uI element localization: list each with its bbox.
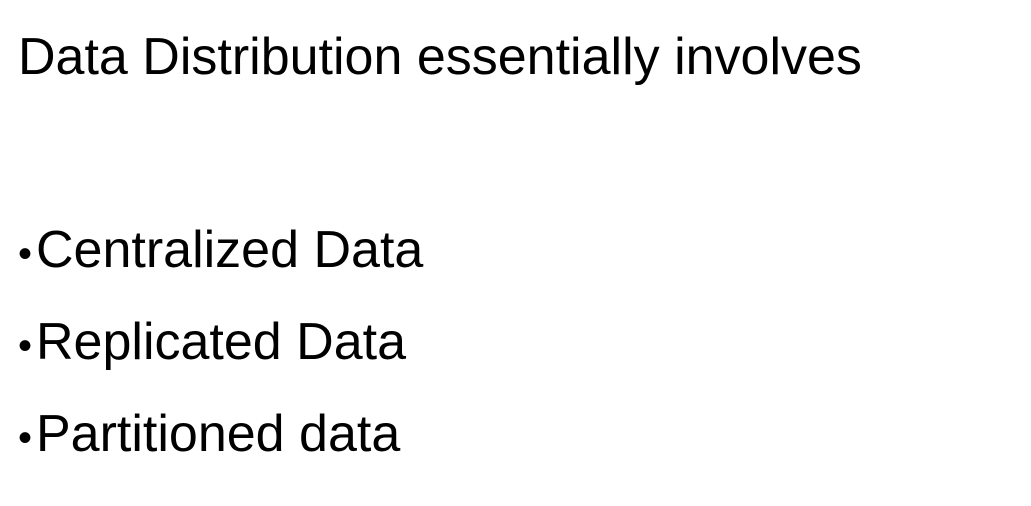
slide: Data Distribution essentially involves •…: [0, 0, 1031, 506]
bullet-list: • Centralized Data • Replicated Data • P…: [18, 206, 423, 482]
bullet-icon: •: [18, 416, 33, 460]
slide-title: Data Distribution essentially involves: [18, 28, 862, 86]
bullet-text: Centralized Data: [36, 221, 424, 279]
bullet-icon: •: [18, 232, 33, 276]
list-item-replicated-data: • Replicated Data: [18, 298, 423, 390]
bullet-text: Replicated Data: [36, 313, 406, 371]
bullet-icon: •: [18, 324, 33, 368]
list-item-centralized-data: • Centralized Data: [18, 206, 423, 298]
list-item-partitioned-data: • Partitioned data: [18, 390, 423, 482]
bullet-text: Partitioned data: [36, 405, 401, 463]
